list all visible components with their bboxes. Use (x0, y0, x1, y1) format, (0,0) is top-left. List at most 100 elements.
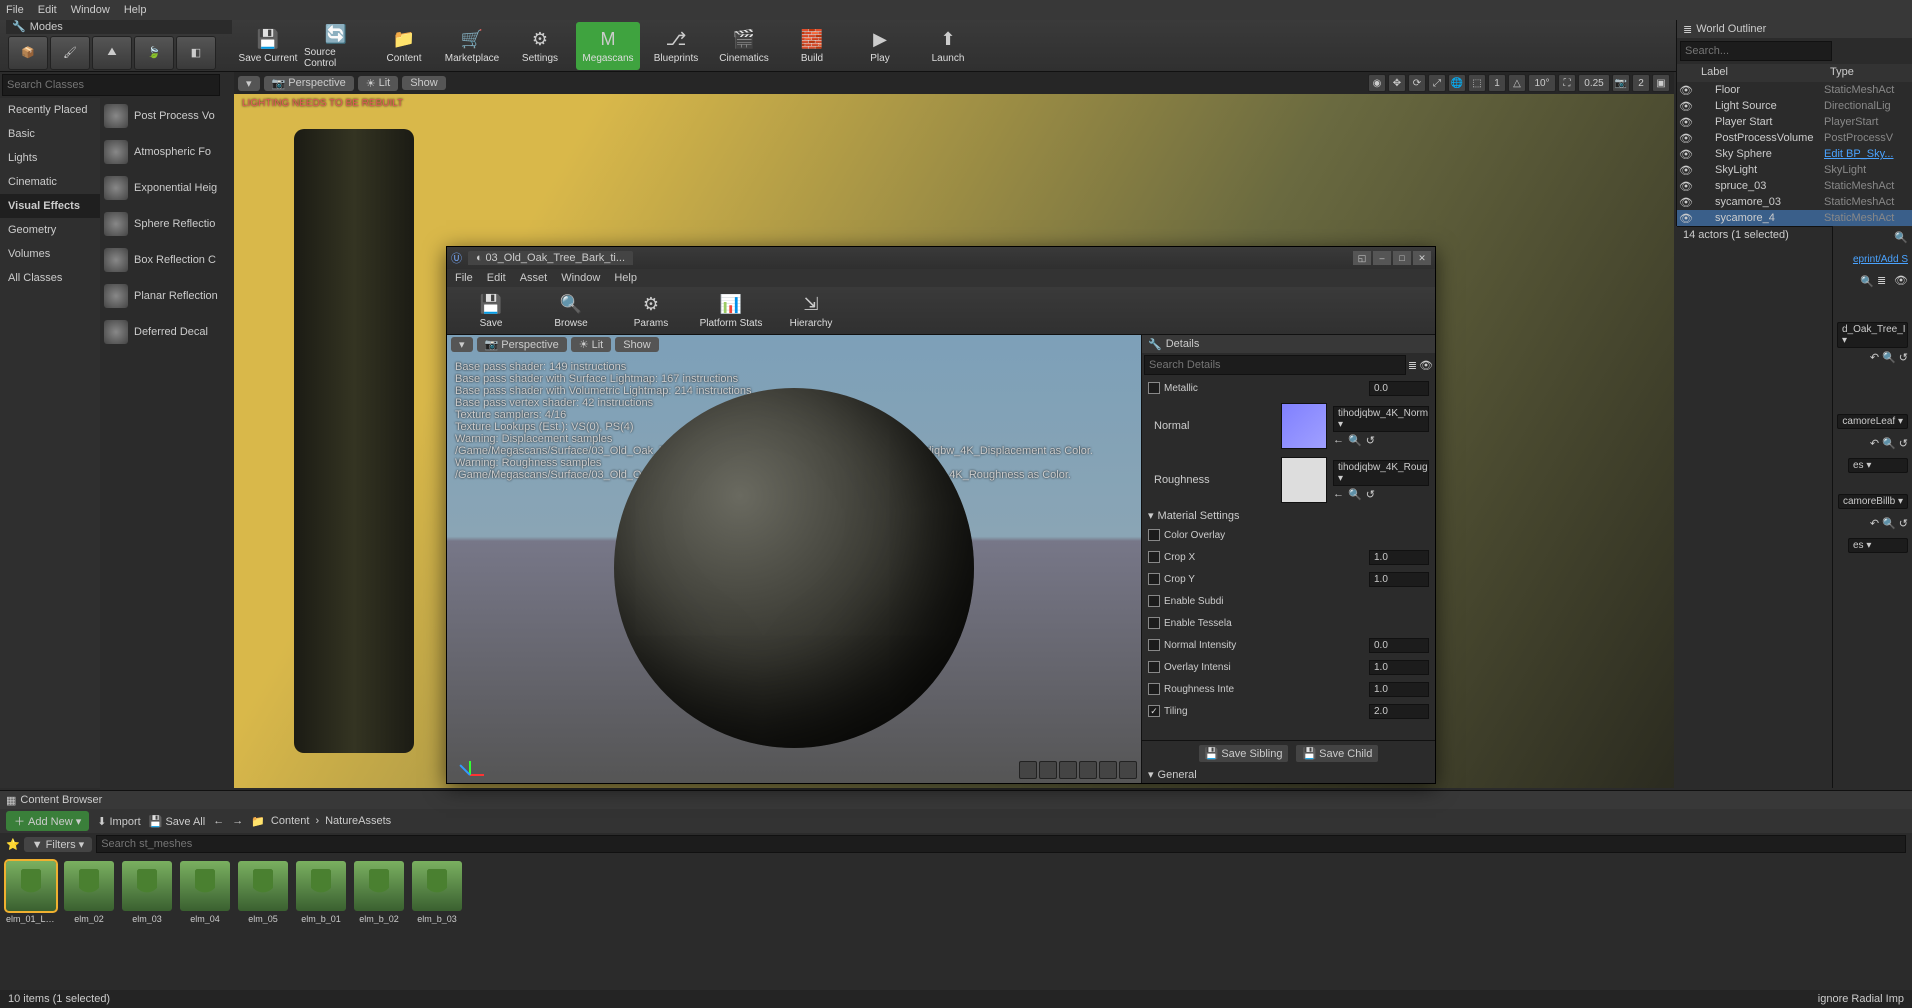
param-metallic[interactable]: Metallic 0.0 (1142, 377, 1435, 399)
reset-icon[interactable]: ↶ (1870, 437, 1879, 450)
teapot-icon[interactable] (1119, 761, 1137, 779)
content-item[interactable]: elm_b_01 (296, 861, 346, 924)
search-small-icon[interactable]: 🔍 (1882, 517, 1896, 530)
mat-params-button[interactable]: ⚙Params (615, 287, 687, 335)
material-preview-viewport[interactable]: ▾ 📷Perspective ☀Lit Show Base pass shade… (447, 335, 1141, 783)
material-titlebar[interactable]: Ⓤ ◐ 03_Old_Oak_Tree_Bark_ti... ◱ – □ ✕ (447, 247, 1435, 269)
breadcrumb-natureassets[interactable]: NatureAssets (325, 815, 391, 827)
param-crop-x[interactable]: Crop X1.0 (1142, 546, 1435, 568)
metallic-checkbox[interactable] (1148, 382, 1160, 394)
content-search-input[interactable] (96, 835, 1906, 853)
list-icon[interactable]: ≣ (1877, 274, 1891, 288)
menu-window[interactable]: Window (71, 4, 110, 16)
toolbar-launch-button[interactable]: ⬆Launch (916, 22, 980, 70)
mode-paint-icon[interactable]: 🖌 (50, 36, 90, 70)
material-dropdown-3[interactable]: camoreBillb ▾ (1838, 494, 1908, 509)
outliner-col-label[interactable]: Label (1695, 64, 1824, 82)
param-checkbox[interactable] (1148, 617, 1160, 629)
cylinder-icon[interactable] (1019, 761, 1037, 779)
category-cinematic[interactable]: Cinematic (0, 170, 100, 194)
visibility-eye-icon[interactable]: 👁 (1677, 148, 1695, 161)
material-settings-section[interactable]: ▾Material Settings (1142, 507, 1435, 524)
camera-speed-icon[interactable]: 📷 (1612, 74, 1630, 92)
param-checkbox[interactable] (1148, 683, 1160, 695)
param-tiling[interactable]: Tiling2.0 (1142, 700, 1435, 722)
normal-texture-thumb[interactable] (1281, 403, 1327, 449)
camera-speed-value[interactable]: 2 (1632, 74, 1650, 92)
place-item[interactable]: Atmospheric Fo (100, 134, 232, 170)
param-value[interactable]: 1.0 (1369, 660, 1429, 675)
breadcrumb-content[interactable]: Content (271, 815, 310, 827)
outliner-col-type[interactable]: Type (1824, 64, 1912, 82)
world-local-icon[interactable]: 🌐 (1448, 74, 1466, 92)
use-selected-icon[interactable]: ← (1333, 488, 1344, 501)
param-value[interactable]: 1.0 (1369, 572, 1429, 587)
reset-icon[interactable]: ↶ (1870, 517, 1879, 530)
minimize-icon[interactable]: – (1373, 251, 1391, 265)
visibility-eye-icon[interactable]: 👁 (1677, 164, 1695, 177)
visibility-eye-icon[interactable]: 👁 (1677, 116, 1695, 129)
browse-to-icon[interactable]: 🔍 (1348, 488, 1362, 501)
category-visual-effects[interactable]: Visual Effects (0, 194, 100, 218)
roughness-texture-thumb[interactable] (1281, 457, 1327, 503)
reset-icon[interactable]: ↺ (1366, 434, 1375, 447)
reset-to-default-icon[interactable]: ↺ (1899, 437, 1908, 450)
place-item[interactable]: Sphere Reflectio (100, 206, 232, 242)
scale-gizmo-icon[interactable]: ⤢ (1428, 74, 1446, 92)
visibility-eye-icon[interactable]: 👁 (1677, 100, 1695, 113)
param-roughness-inte[interactable]: Roughness Inte1.0 (1142, 678, 1435, 700)
mat-menu-window[interactable]: Window (561, 272, 600, 284)
toolbar-build-button[interactable]: 🧱Build (780, 22, 844, 70)
param-checkbox[interactable] (1148, 661, 1160, 673)
param-normal-intensity[interactable]: Normal Intensity0.0 (1142, 634, 1435, 656)
plane-icon[interactable] (1059, 761, 1077, 779)
close-icon[interactable]: ✕ (1413, 251, 1431, 265)
place-item[interactable]: Exponential Heig (100, 170, 232, 206)
material-dropdown-4[interactable]: es ▾ (1848, 538, 1908, 553)
content-item[interactable]: elm_b_03 (412, 861, 462, 924)
outliner-row[interactable]: 👁Sky SphereEdit BP_Sky... (1677, 146, 1912, 162)
category-lights[interactable]: Lights (0, 146, 100, 170)
category-geometry[interactable]: Geometry (0, 218, 100, 242)
category-recently-placed[interactable]: Recently Placed (0, 98, 100, 122)
visibility-eye-icon[interactable]: 👁 (1677, 132, 1695, 145)
content-item[interactable]: elm_02 (64, 861, 114, 924)
param-enable-tessela[interactable]: Enable Tessela (1142, 612, 1435, 634)
add-component-button[interactable]: eprint/Add S (1853, 254, 1908, 265)
mode-landscape-icon[interactable]: ⛰ (92, 36, 132, 70)
general-section[interactable]: ▾General (1142, 766, 1435, 783)
details-search-input[interactable] (1144, 355, 1406, 375)
add-new-button[interactable]: ＋Add New ▾ (6, 811, 89, 831)
param-crop-y[interactable]: Crop Y1.0 (1142, 568, 1435, 590)
nav-forward-icon[interactable]: → (232, 815, 243, 827)
outliner-row[interactable]: 👁SkyLightSkyLight (1677, 162, 1912, 178)
content-item[interactable]: elm_01_LOD0 (6, 861, 56, 924)
reset-to-default-icon[interactable]: ↺ (1899, 351, 1908, 364)
toolbar-source-control-button[interactable]: 🔄Source Control (304, 22, 368, 70)
content-item[interactable]: elm_b_02 (354, 861, 404, 924)
toolbar-play-button[interactable]: ▶Play (848, 22, 912, 70)
favorite-icon[interactable]: ⭐ (6, 838, 20, 851)
param-checkbox[interactable] (1148, 529, 1160, 541)
content-item[interactable]: elm_03 (122, 861, 172, 924)
param-checkbox[interactable] (1148, 595, 1160, 607)
visibility-eye-icon[interactable]: 👁 (1677, 196, 1695, 209)
material-tab[interactable]: ◐ 03_Old_Oak_Tree_Bark_ti... (468, 251, 633, 265)
category-volumes[interactable]: Volumes (0, 242, 100, 266)
outliner-row[interactable]: 👁FloorStaticMeshAct (1677, 82, 1912, 98)
place-item[interactable]: Box Reflection C (100, 242, 232, 278)
outliner-row[interactable]: 👁Light SourceDirectionalLig (1677, 98, 1912, 114)
mat-vp-menu[interactable]: ▾ (451, 337, 473, 352)
toolbar-cinematics-button[interactable]: 🎬Cinematics (712, 22, 776, 70)
outliner-row[interactable]: 👁sycamore_4StaticMeshAct (1677, 210, 1912, 226)
mat-vp-perspective[interactable]: 📷Perspective (477, 337, 567, 352)
param-enable-subdi[interactable]: Enable Subdi (1142, 590, 1435, 612)
save-child-button[interactable]: 💾Save Child (1296, 745, 1378, 762)
modes-tab[interactable]: 🔧 Modes (6, 20, 232, 34)
nav-back-icon[interactable]: ← (213, 815, 224, 827)
outliner-row[interactable]: 👁spruce_03StaticMeshAct (1677, 178, 1912, 194)
menu-edit[interactable]: Edit (38, 4, 57, 16)
maximize-icon[interactable]: □ (1393, 251, 1411, 265)
place-item[interactable]: Post Process Vo (100, 98, 232, 134)
eye-icon[interactable]: 👁 (1894, 274, 1908, 288)
